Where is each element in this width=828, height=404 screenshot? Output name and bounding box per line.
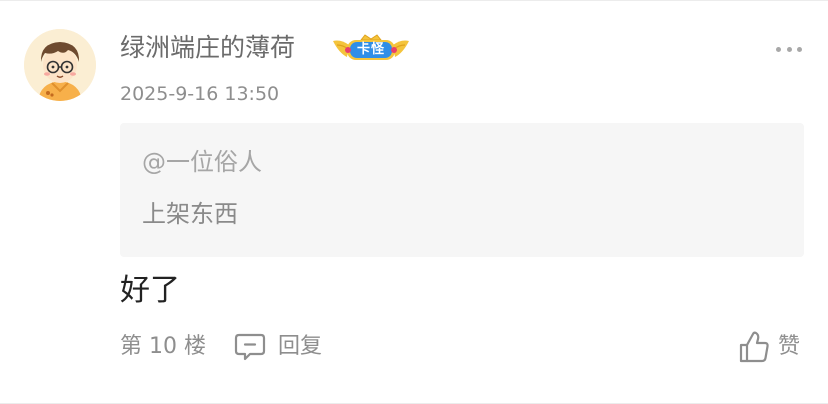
badge-label: 卡怪 xyxy=(356,42,385,57)
username[interactable]: 绿洲端庄的薄荷 xyxy=(120,31,295,65)
more-options-icon[interactable] xyxy=(776,41,802,57)
comment-card: 绿洲端庄的薄荷 卡怪 2025-9-16 13:50 @一位俗人 上架东西 好了… xyxy=(0,0,828,404)
like-label: 赞 xyxy=(778,334,801,359)
thumbs-up-icon xyxy=(739,331,769,363)
more-dot xyxy=(797,46,802,52)
quoted-author[interactable]: @一位俗人 xyxy=(142,145,262,179)
comment-text: 好了 xyxy=(120,273,180,308)
floor-number: 第 10 楼 xyxy=(120,334,206,359)
reply-button[interactable]: 回复 xyxy=(234,331,322,363)
quoted-comment[interactable]: @一位俗人 上架东西 xyxy=(120,123,804,257)
reply-label: 回复 xyxy=(278,334,323,359)
more-dot xyxy=(776,46,781,52)
comment-bubble-icon xyxy=(234,333,266,361)
quoted-text: 上架东西 xyxy=(142,200,238,228)
user-level-badge[interactable]: 卡怪 xyxy=(331,31,411,67)
cartoon-boy-avatar-icon xyxy=(24,29,96,101)
user-avatar[interactable] xyxy=(24,29,96,101)
more-dot xyxy=(786,46,792,52)
post-timestamp: 2025-9-16 13:50 xyxy=(120,83,280,105)
like-button[interactable]: 赞 xyxy=(738,329,800,365)
